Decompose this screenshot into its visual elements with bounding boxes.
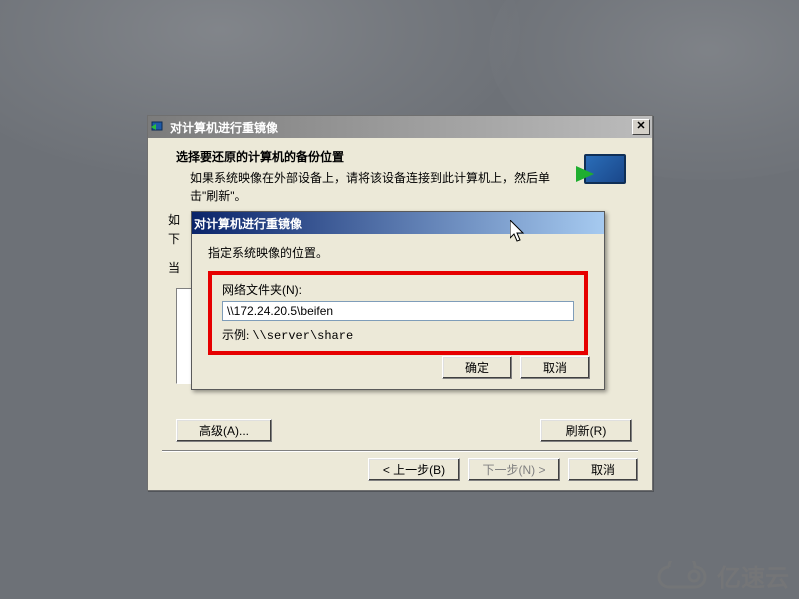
back-button[interactable]: < 上一步(B) bbox=[368, 458, 460, 481]
parent-close-button[interactable]: ✕ bbox=[632, 119, 650, 135]
network-folder-input[interactable] bbox=[222, 301, 574, 321]
next-button: 下一步(N) > bbox=[468, 458, 560, 481]
ok-button[interactable]: 确定 bbox=[442, 356, 512, 379]
watermark-text: 亿速云 bbox=[717, 558, 789, 593]
cancel-button[interactable]: 取消 bbox=[520, 356, 590, 379]
reimage-icon bbox=[580, 148, 632, 196]
child-titlebar[interactable]: 对计算机进行重镜像 bbox=[192, 212, 604, 234]
cancel-button[interactable]: 取消 bbox=[568, 458, 638, 481]
separator bbox=[162, 450, 638, 452]
network-location-dialog: 对计算机进行重镜像 指定系统映像的位置。 网络文件夹(N): 示例: \\ser… bbox=[191, 211, 605, 390]
watermark: 亿速云 bbox=[655, 558, 789, 593]
parent-titlebar[interactable]: 对计算机进行重镜像 ✕ bbox=[148, 116, 652, 138]
app-icon bbox=[150, 119, 166, 135]
page-subtitle: 如果系统映像在外部设备上，请将该设备连接到此计算机上，然后单击"刷新"。 bbox=[176, 169, 574, 205]
dialog-instruction: 指定系统映像的位置。 bbox=[208, 244, 588, 261]
page-title: 选择要还原的计算机的备份位置 bbox=[176, 148, 574, 165]
watermark-logo-icon bbox=[655, 561, 711, 591]
advanced-button[interactable]: 高级(A)... bbox=[176, 419, 272, 442]
network-folder-label: 网络文件夹(N): bbox=[222, 281, 574, 298]
highlighted-fields: 网络文件夹(N): 示例: \\server\share bbox=[208, 271, 588, 355]
example-text: 示例: \\server\share bbox=[222, 326, 574, 343]
child-title: 对计算机进行重镜像 bbox=[194, 215, 602, 232]
refresh-button[interactable]: 刷新(R) bbox=[540, 419, 632, 442]
parent-title: 对计算机进行重镜像 bbox=[170, 119, 632, 136]
